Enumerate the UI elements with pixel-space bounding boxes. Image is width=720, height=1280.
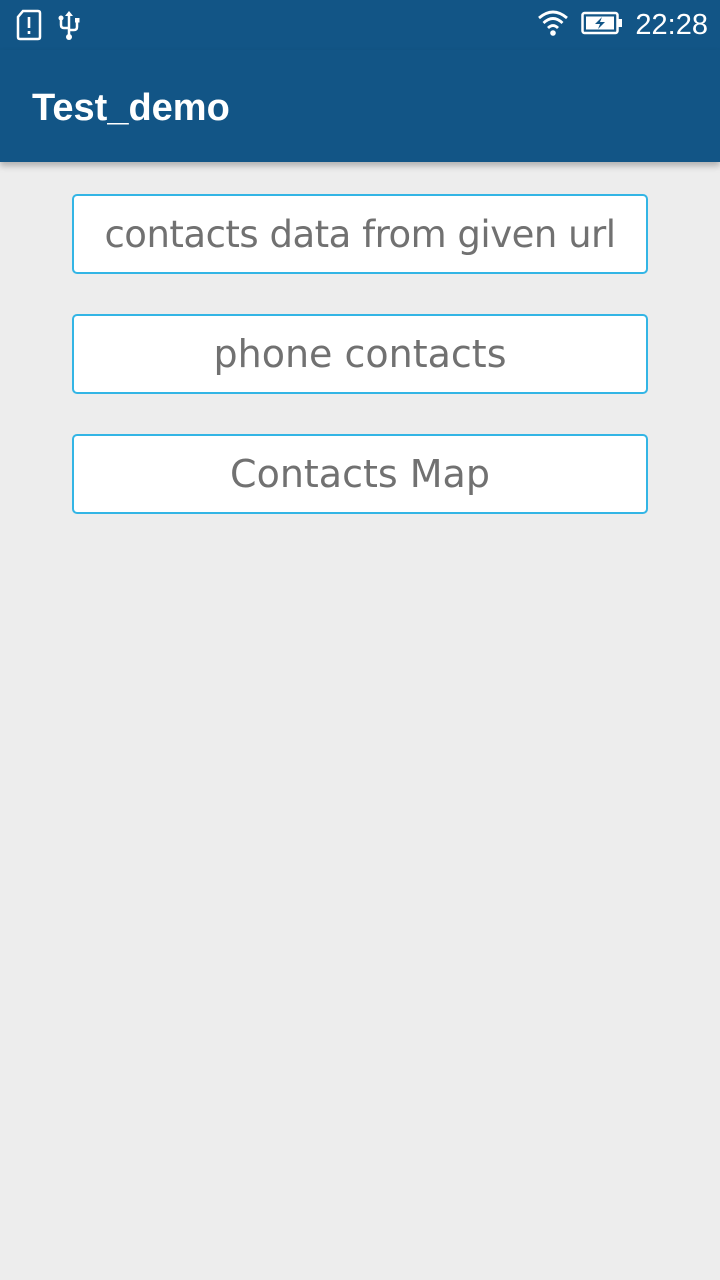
status-time: 22:28 <box>635 9 708 41</box>
app-bar: Test_demo <box>0 50 720 162</box>
wifi-icon <box>537 9 569 41</box>
contacts-map-button-label: Contacts Map <box>230 452 490 496</box>
status-left-icons <box>16 9 82 45</box>
contacts-map-button[interactable]: Contacts Map <box>72 434 648 514</box>
contacts-from-url-button[interactable]: contacts data from given url <box>72 194 648 274</box>
contacts-from-url-button-label: contacts data from given url <box>104 212 616 256</box>
usb-icon <box>56 9 82 45</box>
status-right-icons: 22:28 <box>537 9 708 41</box>
sim-alert-icon <box>16 9 42 45</box>
phone-contacts-button[interactable]: phone contacts <box>72 314 648 394</box>
battery-charging-icon <box>581 11 623 39</box>
app-title: Test_demo <box>32 87 230 129</box>
status-bar: 22:28 <box>0 0 720 50</box>
phone-contacts-button-label: phone contacts <box>213 332 507 376</box>
